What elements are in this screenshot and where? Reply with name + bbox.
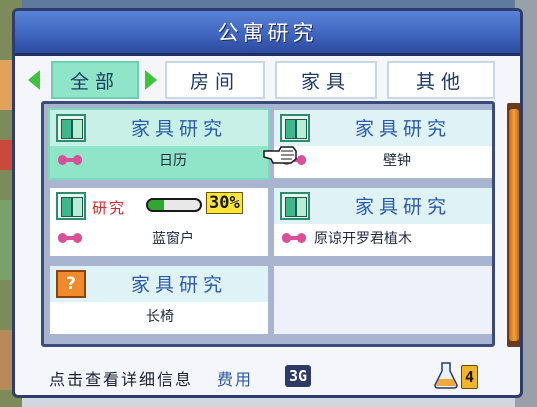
research-item-bench[interactable]: ? 家具研究 长椅 [50, 266, 268, 334]
item-name: 日历 [159, 153, 187, 169]
book-icon [280, 192, 310, 220]
research-item-wall-clock[interactable]: 家具研究 壁钟 [274, 110, 492, 178]
question-icon: ? [56, 270, 86, 298]
research-item-plant[interactable]: 家具研究 原谅开罗君植木 [274, 188, 492, 256]
item-header: 家具研究 [130, 118, 227, 140]
footer-hint: 点击查看详细信息 [49, 370, 194, 389]
item-header: 家具研究 [130, 274, 227, 296]
item-name: 原谅开罗君植木 [314, 231, 412, 247]
bone-icon [58, 155, 82, 165]
item-name: 壁钟 [383, 153, 411, 169]
tab-rooms[interactable]: 房间 [165, 61, 265, 99]
bone-icon [58, 233, 82, 243]
research-item-blue-window[interactable]: 研究 30% 蓝窗户 [50, 188, 268, 256]
title-bar: 公寓研究 [15, 11, 520, 56]
book-icon [56, 114, 86, 142]
item-header: 家具研究 [354, 196, 451, 218]
research-status-label: 研究 [92, 199, 127, 217]
research-progress-bar [146, 198, 202, 212]
tab-furniture[interactable]: 家具 [275, 61, 377, 99]
category-tabs: 全部 房间 家具 其他 [28, 61, 506, 101]
empty-slot [274, 266, 492, 334]
flask-icon [434, 362, 458, 389]
item-header: 家具研究 [354, 118, 451, 140]
research-list-panel: 家具研究 日历 家具研究 壁钟 研究 30% 蓝窗户 家具研究 原谅开罗君植木 … [41, 101, 495, 347]
tab-other[interactable]: 其他 [387, 61, 495, 99]
scrollbar[interactable] [507, 103, 520, 347]
scrollbar-thumb[interactable] [509, 109, 519, 341]
book-icon [280, 114, 310, 142]
apartment-research-window: 公寓研究 全部 房间 家具 其他 家具研究 日历 家具研究 壁钟 研究 30% … [12, 8, 523, 398]
tab-all[interactable]: 全部 [51, 61, 139, 99]
cost-value: 3G [285, 365, 312, 387]
progress-fill [148, 200, 164, 210]
footer-bar: 点击查看详细信息 费用 3G 4 [41, 362, 501, 391]
tab-next-arrow-icon[interactable] [145, 70, 157, 90]
bone-icon [282, 233, 306, 243]
cost-label: 费用 [217, 370, 254, 389]
item-name: 蓝窗户 [152, 231, 194, 247]
tab-prev-arrow-icon[interactable] [28, 70, 40, 90]
flask-value: 4 [461, 365, 479, 389]
item-name: 长椅 [146, 309, 174, 325]
progress-percent: 30% [206, 192, 243, 214]
pointer-hand-icon [263, 146, 297, 164]
book-icon [56, 192, 86, 220]
window-title: 公寓研究 [217, 21, 318, 45]
research-item-calendar[interactable]: 家具研究 日历 [48, 108, 270, 180]
